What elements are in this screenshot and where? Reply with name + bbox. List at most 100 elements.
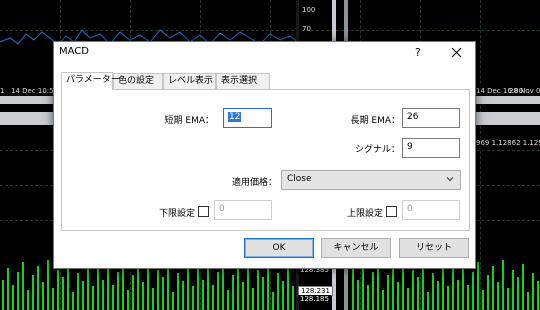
volume-bar	[112, 285, 114, 310]
signal-label: シグナル：	[354, 145, 400, 155]
volume-bar	[117, 272, 119, 310]
tab-levels[interactable]: レベル表示	[163, 73, 216, 89]
indicator-scale-label: 70	[302, 25, 311, 33]
volume-bar	[272, 292, 274, 310]
volume-bar	[197, 269, 199, 310]
price-strip-label: 969 1.12862 1.129	[476, 139, 540, 147]
lower-limit-label: 下限設定	[158, 209, 195, 219]
volume-bar	[477, 262, 479, 310]
volume-bar	[367, 285, 369, 310]
volume-bar	[457, 280, 459, 310]
volume-bar	[162, 277, 164, 310]
volume-bar	[532, 273, 534, 310]
volume-bar	[517, 277, 519, 310]
volume-bar	[262, 277, 264, 310]
close-button[interactable]	[450, 44, 464, 60]
upper-limit-input[interactable]: 0	[402, 200, 460, 220]
volume-bar	[62, 277, 64, 310]
volume-bar	[497, 282, 499, 310]
long-ema-input[interactable]: 26	[402, 108, 460, 128]
volume-bar	[107, 268, 109, 310]
volume-bar	[442, 265, 444, 310]
time-label: 28 Nov 0	[509, 87, 540, 95]
volume-bar	[72, 292, 74, 310]
volume-bar	[142, 282, 144, 310]
volume-bar	[287, 265, 289, 310]
volume-bar	[87, 265, 89, 310]
time-label: 14 Dec 10:59	[11, 87, 59, 95]
volume-bar	[47, 260, 49, 310]
volume-bar	[382, 290, 384, 310]
lower-limit-input[interactable]: 0	[214, 200, 272, 220]
tab-visualization[interactable]: 表示選択	[216, 73, 270, 89]
volume-bar	[177, 273, 179, 310]
volume-bar	[417, 277, 419, 310]
cancel-button[interactable]: キャンセル	[321, 238, 391, 258]
volume-bar	[102, 280, 104, 310]
parameters-panel: 短期 EMA： 12 長期 EMA： 26 シグナル： 9 適用価格： Clos…	[61, 89, 470, 231]
volume-bar	[227, 290, 229, 310]
reset-button[interactable]: リセット	[399, 238, 469, 258]
volume-bar	[217, 272, 219, 310]
volume-bar	[242, 282, 244, 310]
volume-bar	[207, 268, 209, 310]
short-ema-input[interactable]: 12	[223, 108, 272, 128]
volume-bar	[7, 268, 9, 310]
ok-button[interactable]: OK	[244, 238, 314, 258]
volume-bar	[357, 280, 359, 310]
volume-bar	[492, 266, 494, 310]
volume-bar	[392, 266, 394, 310]
lower-limit-checkbox[interactable]	[198, 206, 209, 217]
volume-bar	[362, 268, 364, 310]
volume-bar	[167, 264, 169, 310]
apply-price-value: Close	[287, 174, 312, 184]
upper-limit-checkbox[interactable]	[386, 206, 397, 217]
volume-bar	[127, 290, 129, 310]
volume-bar	[282, 281, 284, 310]
short-ema-value: 12	[228, 112, 242, 122]
volume-bar	[467, 285, 469, 310]
volume-bar	[267, 264, 269, 310]
volume-bar	[32, 275, 34, 310]
volume-bar	[292, 286, 294, 310]
volume-bar	[187, 265, 189, 310]
volume-bar	[77, 273, 79, 310]
volume-bar	[397, 282, 399, 310]
volume-bar	[152, 288, 154, 310]
upper-limit-value: 0	[407, 204, 413, 214]
volume-bar	[432, 273, 434, 310]
volume-bar	[182, 281, 184, 310]
volume-bar	[92, 286, 94, 310]
volume-bar	[37, 266, 39, 310]
volume-bar	[252, 288, 254, 310]
volume-bar	[222, 262, 224, 310]
macd-properties-dialog: MACD ? パラメーター 色の設定 レベル表示 表示選択 短期 EMA： 12…	[53, 41, 476, 269]
tab-parameters[interactable]: パラメーター	[61, 72, 120, 90]
volume-bar	[27, 290, 29, 310]
apply-price-label: 適用価格：	[231, 178, 277, 188]
short-ema-label: 短期 EMA：	[164, 116, 214, 126]
volume-bar	[487, 275, 489, 310]
dialog-title: MACD	[59, 46, 89, 57]
volume-bar	[172, 292, 174, 310]
volume-bar	[2, 280, 4, 310]
signal-input[interactable]: 9	[402, 138, 460, 158]
volume-bar	[192, 286, 194, 310]
chevron-down-icon	[446, 177, 454, 182]
volume-bar	[352, 269, 354, 310]
tab-colors[interactable]: 色の設定	[113, 73, 163, 89]
help-button[interactable]: ?	[415, 46, 421, 59]
long-ema-value: 26	[407, 112, 419, 122]
volume-bar	[42, 282, 44, 310]
price-label: 128.185	[298, 295, 331, 303]
volume-bar	[422, 264, 424, 310]
volume-bar	[512, 270, 514, 310]
volume-bar	[22, 262, 24, 310]
volume-bar	[232, 275, 234, 310]
apply-price-select[interactable]: Close	[281, 170, 461, 190]
volume-bar	[537, 281, 539, 310]
volume-bar	[427, 292, 429, 310]
volume-bar	[17, 272, 19, 310]
volume-bar	[257, 270, 259, 310]
dialog-title-bar[interactable]: MACD ?	[54, 42, 475, 64]
